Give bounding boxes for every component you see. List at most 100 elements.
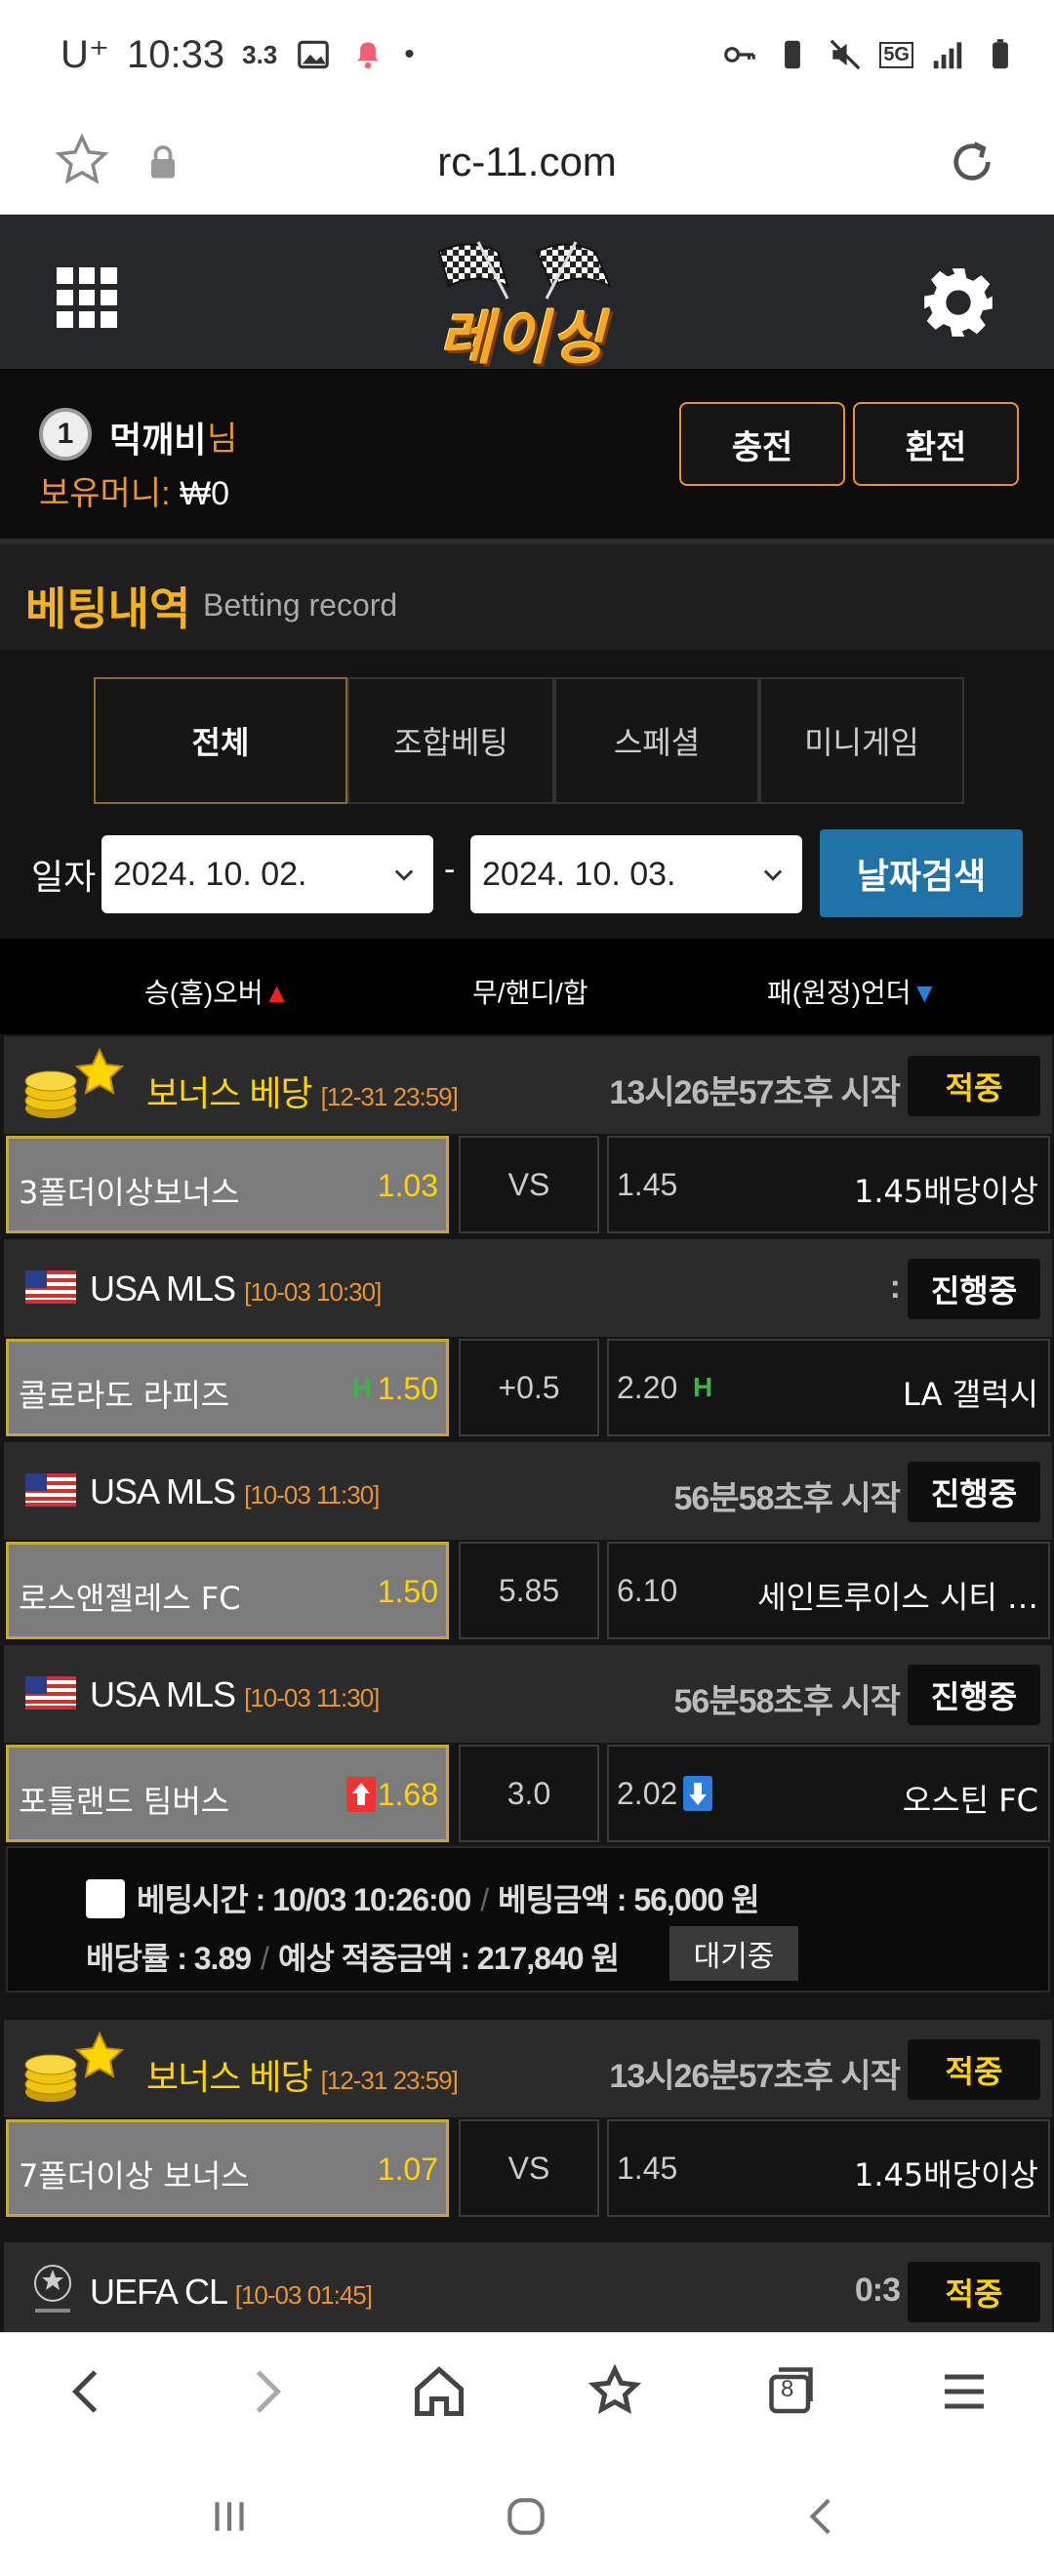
match-score: 0:3 (854, 2272, 901, 2309)
home-odd: 1.03 (377, 1168, 438, 1203)
section-header: 베팅내역 Betting record (0, 539, 1054, 650)
site-logo[interactable]: 레이싱 (429, 232, 625, 371)
away-pick[interactable]: 2.20 H LA 갤럭시 (607, 1339, 1050, 1436)
coins-star-icon (24, 2031, 125, 2102)
league-row: USA MLS [10-03 10:30] : 진행중 (4, 1239, 1052, 1337)
forward-arrow-icon[interactable] (236, 2362, 295, 2421)
odds-row: 3폴더이상보너스 1.03 VS 1.45 1.45배당이상 (4, 1134, 1052, 1235)
status-badge: 적중 (908, 1056, 1040, 1116)
away-odd: 2.02 (617, 1776, 678, 1811)
coins-star-icon (24, 1047, 125, 1118)
tab-special[interactable]: 스페셜 (554, 677, 759, 804)
status-bar: U⁺ 10:33 3.3 • 5G (0, 0, 1054, 109)
away-team: LA 갤럭시 (903, 1376, 1038, 1413)
home-pick[interactable]: 7폴더이상 보너스 1.07 (6, 2119, 449, 2217)
browser-url-bar: rc-11.com (0, 109, 1054, 215)
select-checkbox[interactable] (86, 1879, 125, 1918)
hamburger-menu-icon[interactable] (935, 2362, 993, 2421)
match-status: 13시26분57초후 시작 (609, 1074, 901, 1111)
usa-flag-icon (25, 1676, 76, 1710)
user-panel: 1 먹깨비 님 보유머니: ₩0 충전 환전 (0, 369, 1054, 539)
bookmarks-star-icon[interactable] (586, 2362, 644, 2421)
mid-pick[interactable]: 3.0 (459, 1745, 599, 1842)
tab-minigame[interactable]: 미니게임 (759, 677, 964, 804)
recent-apps-icon[interactable] (205, 2492, 254, 2541)
date-to-value: 2024. 10. 03. (482, 855, 676, 893)
mid-pick[interactable]: VS (459, 2119, 599, 2217)
match-status: : (889, 1268, 901, 1306)
away-team: 오스틴 FC (902, 1782, 1038, 1819)
reload-icon[interactable] (945, 135, 999, 189)
date-from-select[interactable]: 2024. 10. 02. (101, 835, 433, 913)
league-name: USA MLS [10-03 10:30] (90, 1268, 382, 1308)
status-badge: 적중 (908, 2039, 1040, 2100)
date-label: 일자 (31, 857, 97, 897)
network-type: 5G (879, 41, 913, 68)
chevron-down-icon (763, 869, 783, 881)
tab-combo[interactable]: 조합베팅 (347, 677, 554, 804)
carrier-label: U⁺ (61, 33, 109, 76)
back-arrow-icon[interactable] (59, 2362, 117, 2421)
settings-gear-icon[interactable] (921, 265, 995, 340)
league-name: 보너스 베당 [12-31 23:59] (146, 2057, 459, 2097)
away-pick[interactable]: 1.45 1.45배당이상 (607, 2119, 1050, 2217)
status-badge: 진행중 (908, 1462, 1040, 1522)
bet-time: 베팅시간 : 10/03 10:26:00 (137, 1882, 471, 1917)
league-row: 보너스 베당 [12-31 23:59] 13시26분57초후 시작 적중 (4, 1036, 1052, 1134)
tab-all[interactable]: 전체 (94, 677, 347, 804)
home-pick[interactable]: 콜로라도 라피즈 H 1.50 (6, 1339, 449, 1436)
rank-badge: 1 (39, 408, 92, 461)
league-row: USA MLS [10-03 11:30] 56분58초후 시작 진행중 (4, 1645, 1052, 1743)
home-button-icon[interactable] (502, 2492, 550, 2541)
triangle-down-icon: ▼ (911, 978, 939, 1008)
odds-total: 배당률 : 3.89 (86, 1941, 252, 1976)
battery-saver-icon (785, 40, 801, 69)
away-team: 1.45배당이상 (853, 1173, 1038, 1210)
column-mid: 무/핸디/합 (472, 978, 588, 1008)
uefa-cl-logo-icon (34, 2265, 71, 2313)
league-row: 보너스 베당 [12-31 23:59] 13시26분57초후 시작 적중 (4, 2020, 1052, 2117)
home-icon[interactable] (410, 2362, 468, 2421)
away-pick[interactable]: 1.45 1.45배당이상 (607, 1136, 1050, 1233)
mid-pick[interactable]: +0.5 (459, 1339, 599, 1436)
date-to-select[interactable]: 2024. 10. 03. (470, 835, 802, 913)
away-pick[interactable]: 2.02 오스틴 FC (607, 1745, 1050, 1842)
bet-list[interactable]: 보너스 베당 [12-31 23:59] 13시26분57초후 시작 적중 3폴… (0, 1034, 1054, 2332)
mid-pick[interactable]: 5.85 (459, 1542, 599, 1639)
mid-pick[interactable]: VS (459, 1136, 599, 1233)
date-search-button[interactable]: 날짜검색 (820, 829, 1023, 917)
odds-up-arrow-icon (346, 1777, 376, 1812)
url-text[interactable]: rc-11.com (0, 139, 1054, 185)
home-team: 로스앤젤레스 FC (19, 1580, 241, 1617)
system-nav-bar (0, 2449, 1054, 2576)
menu-grid-icon[interactable] (57, 267, 117, 328)
username-suffix: 님 (207, 421, 238, 458)
date-separator: - (444, 851, 456, 888)
triangle-up-icon: ▲ (263, 978, 291, 1008)
away-team: 1.45배당이상 (853, 2156, 1038, 2194)
home-odd: 1.50 (377, 1574, 438, 1609)
summary-line-1: 베팅시간 : 10/03 10:26:00/베팅금액 : 56,000 원 (137, 1882, 760, 1917)
exchange-button[interactable]: 환전 (853, 402, 1019, 486)
column-home-label: 승(홈)오버 (144, 978, 264, 1008)
away-pick[interactable]: 6.10 세인트루이스 시티 … (607, 1542, 1050, 1639)
charge-button[interactable]: 충전 (679, 402, 845, 486)
home-pick[interactable]: 포틀랜드 팀버스 1.68 (6, 1745, 449, 1842)
column-away-label: 패(원정)언더 (767, 978, 912, 1008)
expected-win: 예상 적중금액 : 217,840 원 (277, 1941, 620, 1976)
tabs-button[interactable]: 8 (759, 2362, 818, 2421)
home-pick[interactable]: 3폴더이상보너스 1.03 (6, 1136, 449, 1233)
bet-amount: 베팅금액 : 56,000 원 (498, 1882, 759, 1917)
column-home: 승(홈)오버▲ (144, 972, 290, 1011)
home-team: 콜로라도 라피즈 (19, 1377, 230, 1414)
pending-status-button[interactable]: 대기중 (669, 1926, 798, 1981)
filter-area: 전체 조합베팅 스페셜 미니게임 일자 2024. 10. 02. - 2024… (0, 650, 1054, 939)
usa-flag-icon (25, 1473, 76, 1507)
home-team: 3폴더이상보너스 (19, 1174, 240, 1211)
mute-icon (830, 39, 861, 70)
league-name: 보너스 베당 [12-31 23:59] (146, 1073, 459, 1113)
home-pick[interactable]: 로스앤젤레스 FC 1.50 (6, 1542, 449, 1639)
notification-bell-icon (357, 42, 380, 69)
system-back-icon[interactable] (798, 2492, 847, 2541)
gallery-icon (298, 40, 330, 69)
